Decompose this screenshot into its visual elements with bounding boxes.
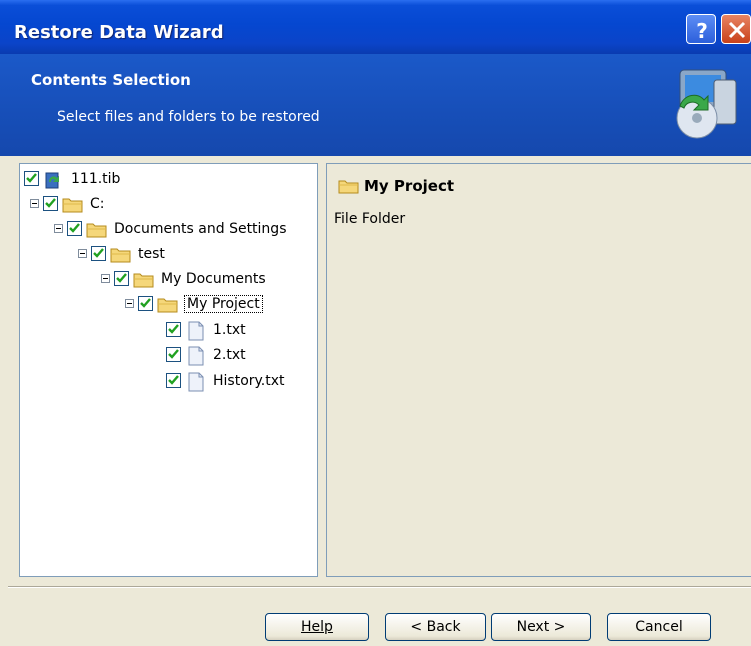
collapse-toggle-icon[interactable] [125,299,134,308]
folder-icon [133,273,154,288]
checkmark-icon [168,324,179,334]
folder-icon [62,198,83,213]
collapse-toggle-icon[interactable] [30,199,39,208]
collapse-toggle-icon[interactable] [54,224,63,233]
checkmark-icon [69,223,80,233]
checkmark-icon [116,273,127,283]
file-icon [188,372,204,392]
folder-icon [86,223,107,238]
tree-node-label: My Documents [161,271,266,287]
help-button-label: Help [301,619,333,635]
checkmark-icon [26,173,37,183]
file-icon [188,346,204,366]
collapse-toggle-icon[interactable] [78,249,87,258]
tree-checkbox[interactable] [114,271,129,286]
tree-checkbox[interactable] [166,347,181,362]
help-title-button[interactable]: ? [686,14,716,44]
cancel-button[interactable]: Cancel [607,613,711,641]
tree-node-label: 111.tib [71,171,121,187]
tree-node-label: History.txt [213,373,285,389]
folder-icon [338,180,359,194]
tree-checkbox[interactable] [24,171,39,186]
checkmark-icon [168,349,179,359]
tree-checkbox[interactable] [67,221,82,236]
tree-node-label: test [138,246,165,262]
question-icon: ? [696,19,708,43]
next-button[interactable]: Next > [491,613,591,641]
tree-checkbox[interactable] [166,322,181,337]
help-button[interactable]: Help [265,613,369,641]
tree-node-label: My Project [184,295,263,313]
banner-title: Contents Selection [31,71,191,89]
archive-icon [45,172,59,189]
restore-computer-icon [676,69,737,139]
details-type: File Folder [334,211,406,227]
window-title: Restore Data Wizard [14,22,224,43]
folder-icon [110,248,131,263]
checkmark-icon [140,298,151,308]
tree-checkbox[interactable] [91,246,106,261]
tree-checkbox[interactable] [43,196,58,211]
header-banner [0,54,751,156]
banner-subtitle: Select files and folders to be restored [57,109,320,125]
tree-node-label: 2.txt [213,347,246,363]
close-button[interactable] [721,14,751,44]
tree-node-label: C: [90,196,105,212]
details-name: My Project [364,177,454,195]
checkmark-icon [168,375,179,385]
tree-node-label: 1.txt [213,322,246,338]
tree-checkbox[interactable] [138,296,153,311]
checkmark-icon [45,198,56,208]
collapse-toggle-icon[interactable] [101,274,110,283]
close-icon [728,21,746,39]
tree-node-label: Documents and Settings [114,221,287,237]
checkmark-icon [93,248,104,258]
tree-checkbox[interactable] [166,373,181,388]
file-icon [188,321,204,341]
svg-text:?: ? [696,19,708,43]
folder-icon [157,298,178,313]
back-button[interactable]: < Back [385,613,486,641]
divider [8,586,751,588]
